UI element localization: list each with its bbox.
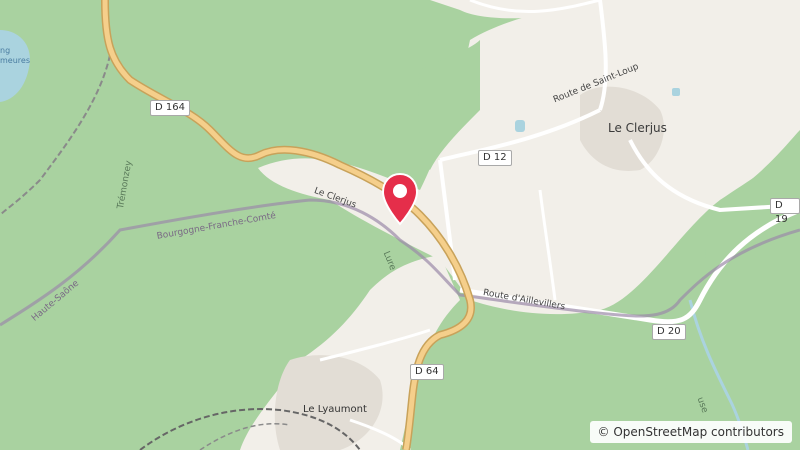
road-shield-d12: D 12 bbox=[478, 150, 512, 166]
road-shield-d164: D 164 bbox=[150, 100, 190, 116]
pond bbox=[672, 88, 680, 96]
road-shield-d19: D 19 bbox=[770, 198, 800, 225]
road-shield-d20: D 20 bbox=[652, 324, 686, 340]
map-view[interactable]: D 164 D 12 D 64 D 20 D 19 Le Clerjus Le … bbox=[0, 0, 800, 450]
map-attribution[interactable]: © OpenStreetMap contributors bbox=[589, 421, 792, 443]
road-shield-d64: D 64 bbox=[410, 364, 444, 380]
lake bbox=[0, 30, 30, 102]
place-label-le-clerjus: Le Clerjus bbox=[608, 121, 667, 135]
location-pin-icon[interactable] bbox=[380, 172, 420, 226]
lake-label-fragment: ng meures bbox=[0, 46, 30, 65]
place-label-le-lyaumont: Le Lyaumont bbox=[303, 404, 367, 415]
pond bbox=[515, 120, 525, 132]
